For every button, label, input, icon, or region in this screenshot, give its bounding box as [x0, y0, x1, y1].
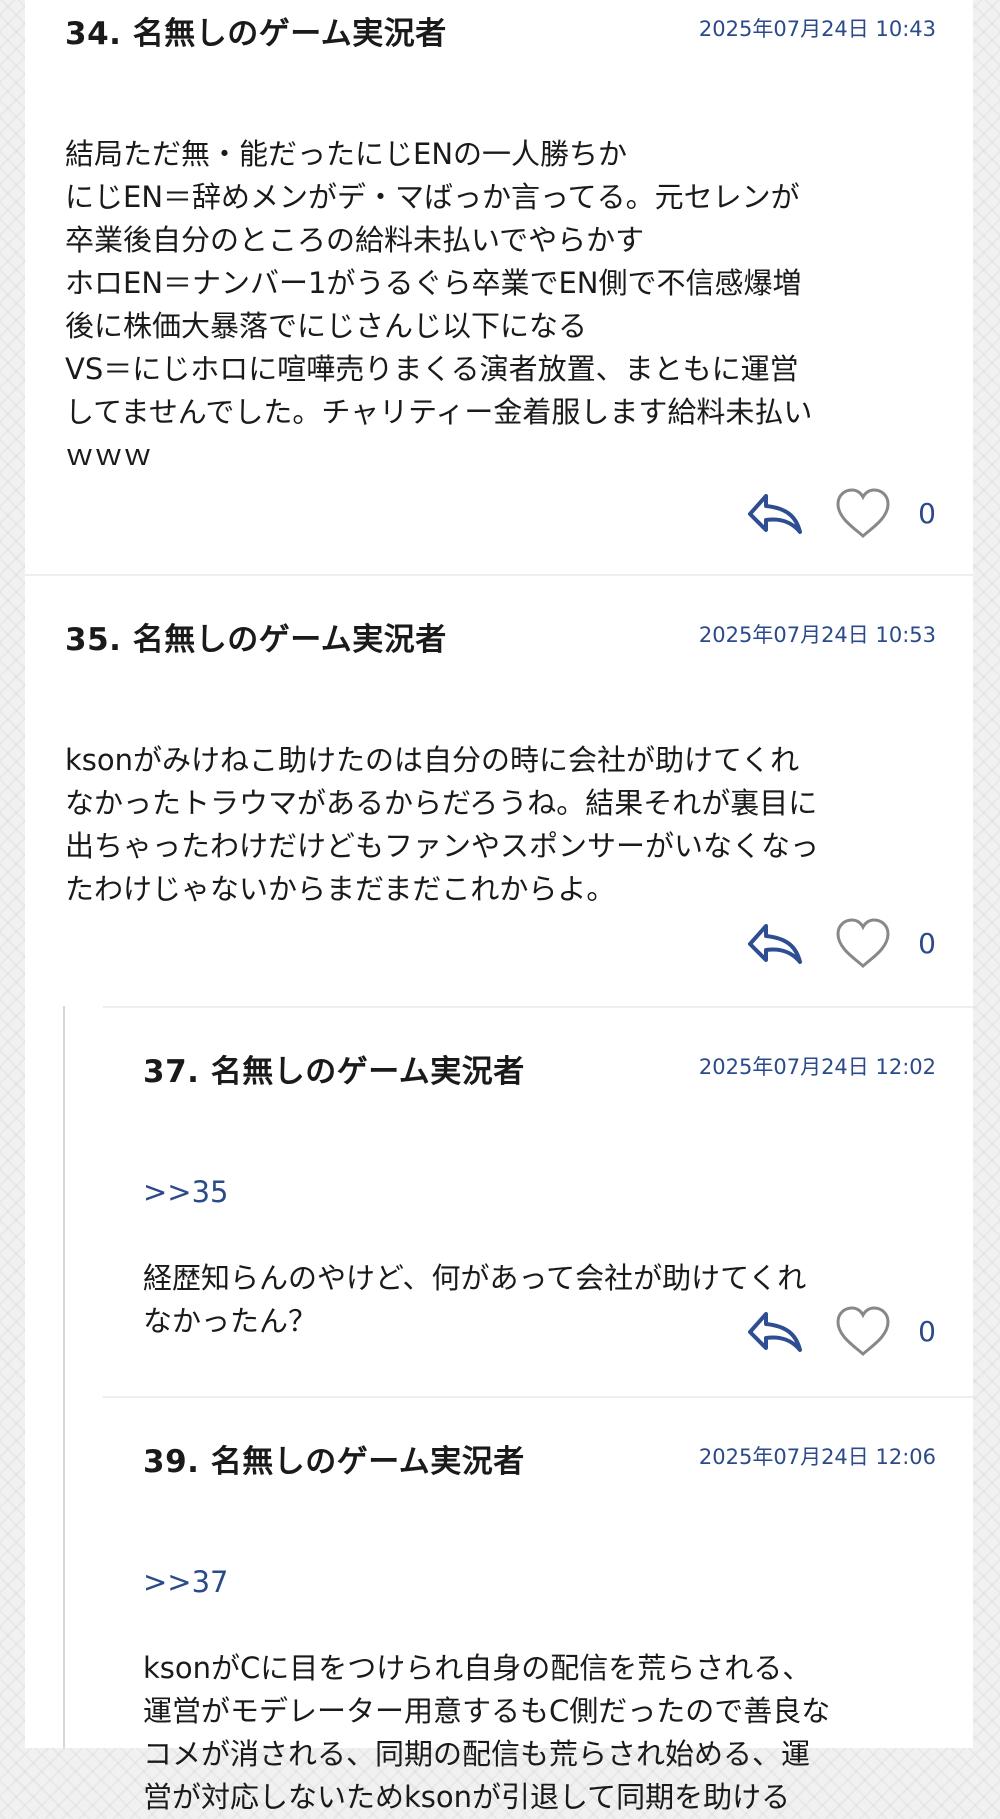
comment-header: 39. 名無しのゲーム実況者 2025年07月24日 12:06 — [143, 1436, 936, 1480]
reply-button[interactable] — [746, 486, 804, 542]
like-count: 0 — [918, 1315, 936, 1348]
like-button[interactable] — [834, 486, 892, 542]
heart-outline-icon — [836, 918, 890, 969]
like-button[interactable] — [834, 916, 892, 972]
reply-arrow-icon — [748, 494, 802, 534]
reply-button[interactable] — [746, 1304, 804, 1360]
reply-arrow-icon — [748, 1312, 802, 1352]
comment-37: 37. 名無しのゲーム実況者 2025年07月24日 12:02 >>35 経歴… — [25, 1046, 973, 1366]
comment-author: 37. 名無しのゲーム実況者 — [143, 1054, 525, 1090]
divider — [25, 574, 973, 576]
comment-date: 2025年07月24日 10:53 — [698, 623, 936, 647]
reply-arrow-icon — [748, 924, 802, 964]
comment-date: 2025年07月24日 12:06 — [698, 1445, 936, 1469]
comment-header: 35. 名無しのゲーム実況者 2025年07月24日 10:53 — [65, 614, 936, 658]
comment-author: 34. 名無しのゲーム実況者 — [65, 16, 447, 52]
comment-actions: 0 — [746, 1304, 936, 1360]
comment-actions: 0 — [746, 916, 936, 972]
comment-39: 39. 名無しのゲーム実況者 2025年07月24日 12:06 >>37 ks… — [25, 1436, 973, 1814]
comment-header: 34. 名無しのゲーム実況者 2025年07月24日 10:43 — [65, 8, 936, 52]
divider — [103, 1006, 973, 1008]
comment-body: 結局ただ無・能だったにじENの一人勝ちか にじEN＝辞めメンがデ・マばっか言って… — [65, 90, 943, 477]
comment-date: 2025年07月24日 10:43 — [698, 17, 936, 41]
heart-outline-icon — [836, 488, 890, 539]
comment-author: 39. 名無しのゲーム実況者 — [143, 1444, 525, 1480]
comment-text: 経歴知らんのやけど、何があって会社が助けてくれ なかったん？ — [143, 1261, 807, 1338]
like-count: 0 — [918, 497, 936, 530]
comment-text: ksonがCに目をつけられ自身の配信を荒らされる、 運営がモデレーター用意するも… — [143, 1651, 831, 1814]
divider — [103, 1396, 973, 1398]
comment-body: >>37 ksonがCに目をつけられ自身の配信を荒らされる、 運営がモデレーター… — [143, 1518, 943, 1819]
heart-outline-icon — [836, 1306, 890, 1357]
comment-35: 35. 名無しのゲーム実況者 2025年07月24日 10:53 ksonがみけ… — [25, 614, 973, 994]
comment-author: 35. 名無しのゲーム実況者 — [65, 622, 447, 658]
reply-button[interactable] — [746, 916, 804, 972]
quote-link[interactable]: >>35 — [143, 1171, 943, 1214]
comment-date: 2025年07月24日 12:02 — [698, 1055, 936, 1079]
quote-link[interactable]: >>37 — [143, 1561, 943, 1604]
comment-actions: 0 — [746, 486, 936, 542]
comment-text: ksonがみけねこ助けたのは自分の時に会社が助けてくれ なかったトラウマがあるか… — [65, 743, 820, 906]
like-button[interactable] — [834, 1304, 892, 1360]
comment-text: 結局ただ無・能だったにじENの一人勝ちか にじEN＝辞めメンがデ・マばっか言って… — [65, 137, 813, 472]
comment-panel: 34. 名無しのゲーム実況者 2025年07月24日 10:43 結局ただ無・能… — [25, 0, 973, 1814]
like-count: 0 — [918, 927, 936, 960]
comment-header: 37. 名無しのゲーム実況者 2025年07月24日 12:02 — [143, 1046, 936, 1090]
comment-body: ksonがみけねこ助けたのは自分の時に会社が助けてくれ なかったトラウマがあるか… — [65, 696, 943, 911]
comment-34: 34. 名無しのゲーム実況者 2025年07月24日 10:43 結局ただ無・能… — [25, 8, 973, 568]
